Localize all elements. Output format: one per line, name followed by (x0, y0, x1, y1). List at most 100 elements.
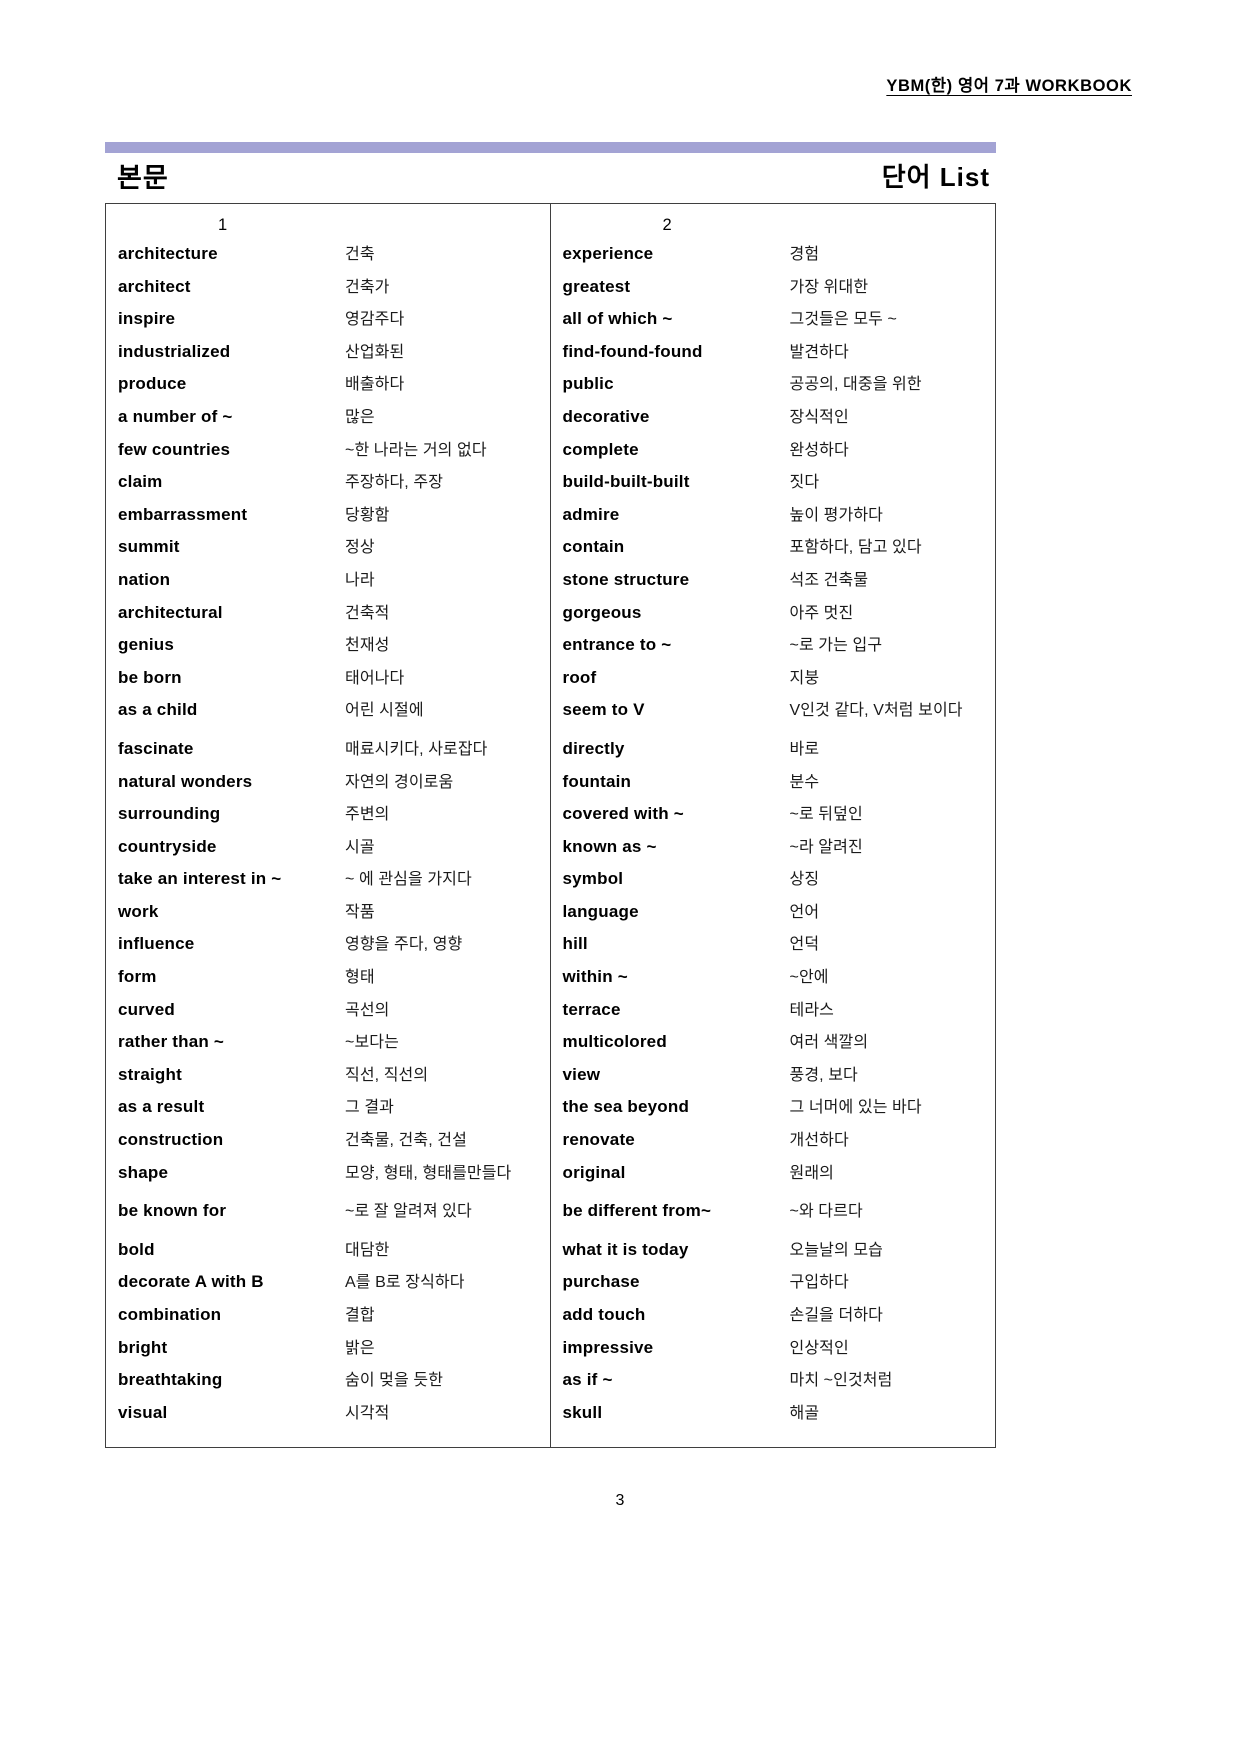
entry-term: greatest (562, 276, 631, 296)
entry-term: shape (118, 1162, 169, 1182)
entry-gloss: 경험 (789, 246, 820, 263)
vocabulary-entry: hill 언덕 (551, 930, 996, 963)
entry-term: admire (562, 504, 620, 524)
entry-term: genius (118, 635, 174, 655)
entry-term: natural wonders (118, 771, 253, 791)
entry-term: original (562, 1162, 626, 1182)
vocabulary-entry: greatest 가장 위대한 (551, 273, 996, 306)
vocabulary-entry: countryside 시골 (106, 833, 550, 866)
vocabulary-entry: breathtaking 숨이 멎을 듯한 (106, 1366, 550, 1399)
entry-gloss: 자연의 경이로움 (345, 773, 454, 791)
vocabulary-entry: add touch 손길을 더하다 (551, 1301, 996, 1334)
entry-gloss: 원래의 (789, 1164, 834, 1182)
vocabulary-entry: multicolored 여러 색깔의 (551, 1028, 996, 1061)
entry-term: as a result (118, 1097, 205, 1117)
entry-gloss: 완성하다 (789, 441, 849, 459)
entry-term: terrace (562, 999, 621, 1019)
vocabulary-entry: architectural 건축적 (106, 599, 550, 632)
entry-gloss: 발견하다 (789, 343, 849, 361)
entry-gloss: 당황함 (345, 506, 390, 524)
vocabulary-entry: architecture 건축 (106, 240, 550, 273)
entry-gloss: 테라스 (789, 1001, 834, 1019)
vocabulary-entry: summit 정상 (106, 533, 550, 566)
vocabulary-entry: construction 건축물, 건축, 건설 (106, 1126, 550, 1159)
entry-gloss: 밝은 (345, 1339, 375, 1357)
vocabulary-entry: combination 결합 (106, 1301, 550, 1334)
vocabulary-entry: seem to V V인것 같다, V처럼 보이다 (551, 696, 996, 735)
entry-term: a number of ~ (118, 406, 233, 426)
entry-gloss: 배출하다 (345, 376, 405, 394)
entry-term: be born (118, 667, 182, 687)
entry-gloss: 곡선의 (345, 1001, 390, 1019)
entry-term: architecture (118, 244, 218, 263)
vocabulary-entry: terrace 테라스 (551, 996, 996, 1029)
vocabulary-entry: as a child 어린 시절에 (106, 696, 550, 735)
entry-gloss: ~로 잘 알려져 있다 (345, 1203, 472, 1221)
entry-term: purchase (562, 1272, 640, 1292)
entry-term: as a child (118, 700, 198, 720)
entry-gloss: ~안에 (789, 969, 829, 987)
entry-gloss: V인것 같다, V처럼 보이다 (789, 702, 963, 720)
entry-gloss: 정상 (345, 539, 375, 557)
entry-term: bright (118, 1337, 168, 1357)
entry-term: renovate (562, 1130, 635, 1150)
entry-term: experience (562, 244, 654, 263)
vocabulary-entry: architect 건축가 (106, 273, 550, 306)
entry-gloss: 모양, 형태, 형태를만들다 (345, 1164, 512, 1182)
entry-gloss: 상징 (789, 871, 820, 889)
vocabulary-entry: entrance to ~ ~로 가는 입구 (551, 631, 996, 664)
entry-term: public (562, 374, 614, 394)
entry-gloss: ~로 뒤덮인 (789, 806, 863, 824)
entry-term: produce (118, 374, 187, 394)
entry-gloss: 매료시키다, 사로잡다 (345, 740, 488, 758)
entry-term: multicolored (562, 1032, 667, 1052)
entry-term: decorative (562, 406, 650, 426)
entry-gloss: 산업화된 (345, 343, 405, 361)
entry-gloss: 마치 ~인것처럼 (789, 1372, 893, 1390)
vocabulary-entry: work 작품 (106, 898, 550, 931)
entry-term: covered with ~ (562, 804, 684, 824)
vocabulary-entry: as if ~ 마치 ~인것처럼 (551, 1366, 996, 1399)
vocabulary-entry: decorative 장식적인 (551, 403, 996, 436)
title-accent-bar (105, 142, 996, 153)
entry-gloss: 석조 건축물 (789, 571, 869, 589)
entry-term: directly (562, 738, 625, 758)
vocabulary-entry: curved 곡선의 (106, 996, 550, 1029)
vocabulary-entry: build-built-built 짓다 (551, 468, 996, 501)
entry-term: combination (118, 1305, 222, 1324)
page-number: 3 (615, 1492, 625, 1509)
vocabulary-entry: original 원래의 (551, 1159, 996, 1198)
vocabulary-entry: embarrassment 당황함 (106, 501, 550, 534)
entry-gloss: 풍경, 보다 (789, 1066, 858, 1084)
vocabulary-entry: decorate A with B A를 B로 장식하다 (106, 1268, 550, 1301)
entry-term: construction (118, 1130, 224, 1150)
vocabulary-entry: be known for ~로 잘 알려져 있다 (106, 1197, 550, 1236)
entry-gloss: 어린 시절에 (345, 702, 424, 720)
entry-term: fascinate (118, 738, 194, 758)
vocabulary-entry: complete 완성하다 (551, 436, 996, 469)
entry-term: architect (118, 276, 191, 296)
entry-term: fountain (562, 771, 632, 791)
entry-term: breathtaking (118, 1370, 223, 1390)
vocabulary-entry: straight 직선, 직선의 (106, 1061, 550, 1094)
entry-term: visual (118, 1402, 168, 1422)
vocabulary-entry: take an interest in ~ ~ 에 관심을 가지다 (106, 865, 550, 898)
entry-gloss: 해골 (789, 1404, 820, 1422)
vocabulary-entry: covered with ~ ~로 뒤덮인 (551, 800, 996, 833)
entry-gloss: 언어 (789, 903, 820, 921)
entry-gloss: 시각적 (345, 1404, 390, 1422)
entry-gloss: 분수 (789, 773, 820, 791)
entry-gloss: ~ 에 관심을 가지다 (345, 871, 472, 889)
entry-gloss: 개선하다 (789, 1132, 849, 1150)
vocabulary-entry: surrounding 주변의 (106, 800, 550, 833)
entry-term: impressive (562, 1337, 654, 1357)
entry-term: language (562, 901, 639, 921)
vocabulary-entry: known as ~ ~라 알려진 (551, 833, 996, 866)
entry-term: nation (118, 569, 171, 589)
vocabulary-entry: admire 높이 평가하다 (551, 501, 996, 534)
entry-gloss: ~보다는 (345, 1034, 399, 1052)
entry-term: complete (562, 439, 639, 459)
entry-gloss: ~와 다르다 (789, 1203, 863, 1221)
vocabulary-entry: purchase 구입하다 (551, 1268, 996, 1301)
entry-term: what it is today (562, 1239, 689, 1259)
